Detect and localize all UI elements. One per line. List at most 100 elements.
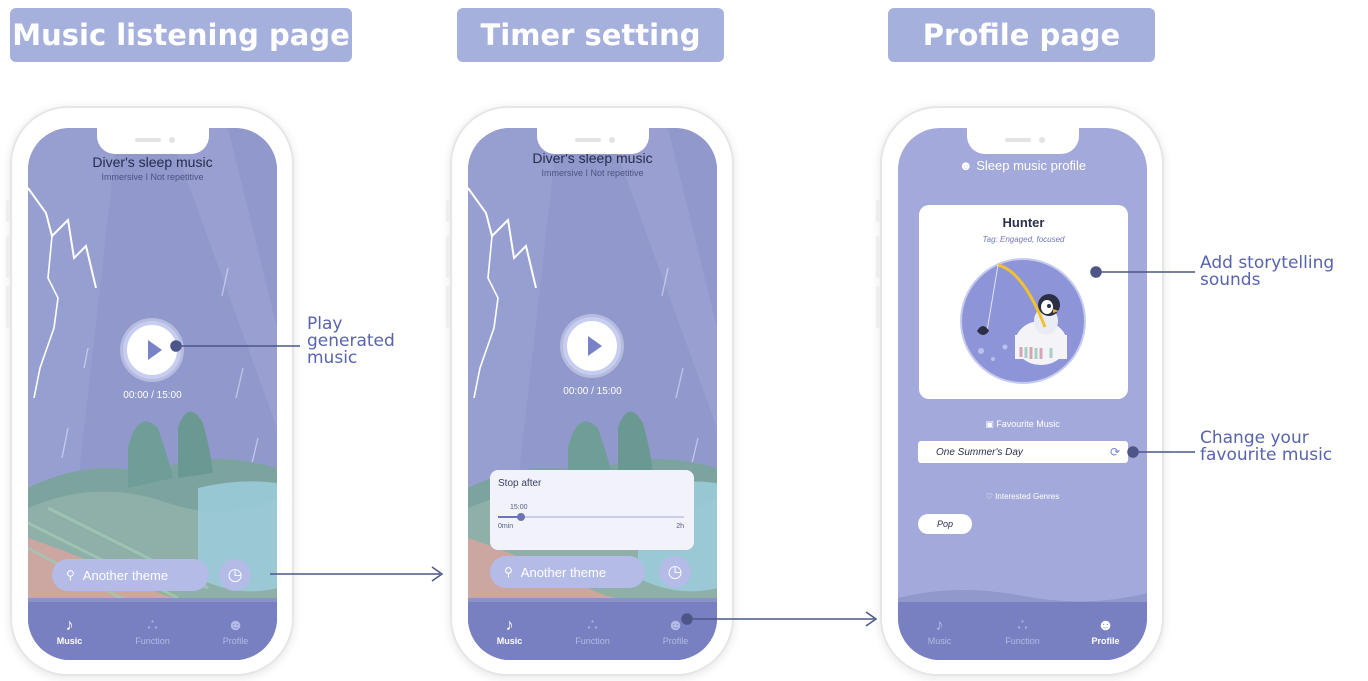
tab-music[interactable]: ♪ Music: [475, 616, 545, 646]
profile-name: Hunter: [1002, 215, 1045, 230]
profile-title-label: Sleep music profile: [976, 158, 1087, 173]
alarm-clock-button[interactable]: ◷: [219, 559, 251, 591]
annotation-line: sounds: [1200, 270, 1261, 290]
tab-profile[interactable]: ☻ Profile: [201, 616, 271, 646]
phone-side-button: [446, 200, 450, 222]
music-album-icon: ▣: [985, 419, 994, 429]
phone-side-button: [876, 236, 880, 278]
location-pin-icon: ⚲: [66, 568, 75, 582]
tab-music-label: Music: [927, 636, 952, 646]
phone-side-button: [6, 200, 10, 222]
header-profile-page: Profile page: [888, 8, 1155, 62]
tab-bar: ♪ Music ∴ Function ☻ Profile: [898, 602, 1147, 660]
tab-music-label: Music: [496, 636, 523, 646]
arrow-head-profile: [865, 611, 878, 627]
phone-side-button: [446, 236, 450, 278]
another-theme-label: Another theme: [520, 564, 607, 580]
storyboard: Music listening page Timer setting Profi…: [0, 0, 1368, 681]
favourite-music-heading: ▣ Favourite Music: [898, 419, 1147, 430]
stop-after-card: Stop after 15:00 0min 2h: [490, 470, 694, 550]
favourite-music-field[interactable]: One Summer's Day ⟳: [918, 441, 1128, 463]
phone-side-button: [876, 286, 880, 328]
track-title: Diver's sleep music: [92, 154, 213, 170]
phone-side-button: [6, 286, 10, 328]
music-screen: Diver's sleep music Immersive I Not repe…: [28, 128, 277, 660]
play-button[interactable]: [563, 317, 621, 375]
profile-card: Hunter Tag: Engaged, focused: [919, 205, 1128, 399]
heart-icon: ♡: [985, 492, 993, 501]
tab-profile-label: Profile: [222, 636, 249, 646]
person-icon: ☻: [227, 617, 244, 634]
playback-time: 00:00 / 15:00: [563, 386, 622, 397]
music-note-icon: ♪: [505, 617, 514, 634]
header-timer-setting: Timer setting: [457, 8, 724, 62]
annotation-line: favourite music: [1200, 445, 1333, 465]
phone-notch: [967, 128, 1079, 154]
tab-function[interactable]: ∴ Function: [118, 616, 188, 646]
phone-timer-setting: Diver's sleep music Immersive I Not repe…: [446, 106, 734, 676]
phone-side-button: [446, 286, 450, 328]
annotation-play-generated-music: Play generated music: [307, 316, 395, 367]
function-dots-icon: ∴: [1017, 617, 1028, 634]
music-note-icon: ♪: [65, 617, 74, 634]
phone-notch: [97, 128, 209, 154]
alarm-clock-icon: ◷: [667, 562, 683, 581]
tab-bar: ♪ Music ∴ Function ☻ Profile: [468, 602, 717, 660]
tab-function-label: Function: [1005, 636, 1040, 646]
favourite-music-label: Favourite Music: [996, 419, 1060, 429]
function-dots-icon: ∴: [587, 617, 598, 634]
tab-function-label: Function: [135, 636, 170, 646]
person-icon: ☻: [1097, 617, 1114, 634]
stop-after-label: Stop after: [498, 478, 542, 489]
playback-time: 00:00 / 15:00: [123, 390, 182, 401]
profile-screen: ☻ Sleep music profile Hunter Tag: Engage…: [898, 128, 1147, 660]
profile-title: ☻ Sleep music profile: [898, 158, 1147, 173]
tab-function[interactable]: ∴ Function: [558, 616, 628, 646]
phone-side-button: [6, 236, 10, 278]
phone-side-button: [876, 200, 880, 222]
play-button[interactable]: [123, 321, 181, 379]
tab-profile-label: Profile: [662, 636, 689, 646]
tab-function-label: Function: [575, 636, 610, 646]
tab-profile-label: Profile: [1091, 636, 1120, 646]
person-icon: ☻: [667, 617, 684, 634]
favourite-music-value: One Summer's Day: [936, 446, 1023, 458]
tab-music[interactable]: ♪ Music: [905, 616, 975, 646]
tab-music-label: Music: [56, 636, 83, 646]
annotation-line: music: [307, 348, 358, 368]
tab-music[interactable]: ♪ Music: [35, 616, 105, 646]
play-icon: [588, 336, 602, 356]
another-theme-label: Another theme: [82, 567, 169, 583]
tab-profile[interactable]: ☻ Profile: [1071, 616, 1141, 646]
interested-genres-label: Interested Genres: [995, 492, 1060, 501]
penguin-fishing-illustration: [960, 258, 1086, 384]
tab-function[interactable]: ∴ Function: [988, 616, 1058, 646]
timer-value: 15:00: [510, 504, 528, 511]
timer-screen: Diver's sleep music Immersive I Not repe…: [468, 128, 717, 660]
alarm-clock-icon: ◷: [227, 565, 243, 584]
another-theme-button[interactable]: ⚲ Another theme: [52, 559, 209, 591]
play-icon: [148, 340, 162, 360]
profile-tag: Tag: Engaged, focused: [982, 235, 1065, 244]
tab-profile[interactable]: ☻ Profile: [641, 616, 711, 646]
annotation-storytelling: Add storytelling sounds: [1200, 255, 1334, 289]
phone-profile: ☻ Sleep music profile Hunter Tag: Engage…: [876, 106, 1164, 676]
track-subtitle: Immersive I Not repetitive: [541, 168, 644, 178]
another-theme-button[interactable]: ⚲ Another theme: [490, 556, 645, 588]
timer-slider-handle[interactable]: [517, 513, 525, 521]
location-pin-icon: ⚲: [504, 565, 513, 579]
phone-music-listening: Diver's sleep music Immersive I Not repe…: [6, 106, 294, 676]
phone-notch: [537, 128, 649, 154]
timer-slider-track[interactable]: [498, 516, 684, 518]
function-dots-icon: ∴: [147, 617, 158, 634]
header-music-listening: Music listening page: [10, 8, 352, 62]
alarm-clock-button[interactable]: ◷: [659, 556, 691, 588]
timer-max-label: 2h: [676, 523, 684, 530]
tab-bar: ♪ Music ∴ Function ☻ Profile: [28, 602, 277, 660]
timer-min-label: 0min: [498, 523, 514, 530]
arrow-head-timer: [431, 566, 444, 582]
music-note-icon: ♪: [935, 617, 944, 634]
refresh-icon[interactable]: ⟳: [1110, 445, 1120, 459]
genre-chip-pop[interactable]: Pop: [918, 514, 972, 534]
annotation-favourite-music: Change your favourite music: [1200, 430, 1332, 464]
